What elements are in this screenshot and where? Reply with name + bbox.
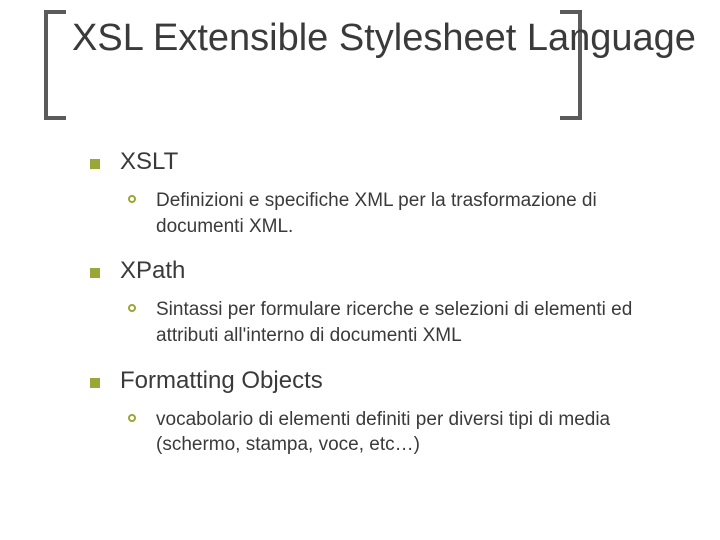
list-item-label: XSLT: [120, 148, 178, 176]
title-bracket-left: [44, 10, 66, 120]
sublist-item: Definizioni e specifiche XML per la tras…: [128, 188, 680, 239]
bullet-circle-icon: [128, 195, 136, 203]
bullet-circle-icon: [128, 414, 136, 422]
sublist-item: Sintassi per formulare ricerche e selezi…: [128, 297, 680, 348]
slide-title: XSL Extensible Stylesheet Language: [72, 14, 696, 63]
sublist-item: vocabolario di elementi definiti per div…: [128, 407, 680, 458]
bullet-square-icon: [90, 378, 100, 388]
bullet-circle-icon: [128, 304, 136, 312]
list-item: Formatting Objects vocabolario di elemen…: [90, 367, 680, 458]
bullet-square-icon: [90, 159, 100, 169]
sublist-item-text: Sintassi per formulare ricerche e selezi…: [156, 297, 680, 348]
list-item-label: XPath: [120, 257, 185, 285]
sublist-item-text: Definizioni e specifiche XML per la tras…: [156, 188, 680, 239]
list-item: XSLT Definizioni e specifiche XML per la…: [90, 148, 680, 239]
list-item: XPath Sintassi per formulare ricerche e …: [90, 257, 680, 348]
bullet-square-icon: [90, 268, 100, 278]
sublist-item-text: vocabolario di elementi definiti per div…: [156, 407, 680, 458]
slide-content: XSLT Definizioni e specifiche XML per la…: [90, 148, 680, 476]
list-item-label: Formatting Objects: [120, 367, 323, 395]
